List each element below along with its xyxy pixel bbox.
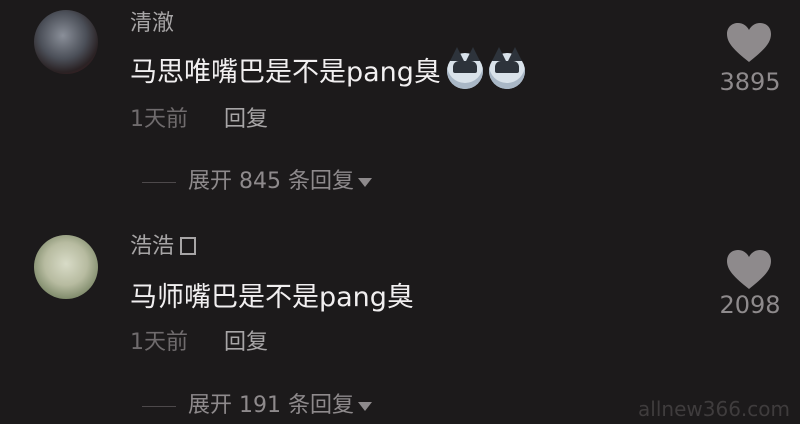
comment-meta: 1天前 回复 (130, 106, 268, 134)
comment-time: 1天前 (130, 330, 188, 355)
comment-meta: 1天前 回复 (130, 329, 268, 357)
comment-text-row: 马思唯嘴巴是不是pang臭 (130, 47, 525, 91)
heart-icon[interactable] (726, 249, 772, 291)
husky-emoji-icon (446, 47, 483, 89)
divider (142, 405, 176, 407)
comment-username[interactable]: 浩浩 (130, 234, 174, 259)
reply-button[interactable]: 回复 (224, 330, 268, 355)
expand-replies-label: 展开 191 条回复 (188, 393, 354, 418)
chevron-down-icon (357, 177, 372, 187)
reply-button[interactable]: 回复 (224, 107, 268, 132)
comment-text: 马思唯嘴巴是不是pang臭 (130, 57, 441, 88)
husky-emoji-icon (488, 47, 525, 89)
comment-text: 马师嘴巴是不是pang臭 (130, 282, 414, 313)
expand-replies-button[interactable]: 展开 845 条回复 (142, 168, 372, 196)
avatar[interactable] (34, 235, 98, 299)
expand-replies-label: 展开 845 条回复 (188, 169, 354, 194)
heart-icon[interactable] (726, 22, 772, 64)
comment-time: 1天前 (130, 107, 188, 132)
like-count: 2098 (719, 291, 781, 319)
expand-replies-button[interactable]: 展开 191 条回复 (142, 392, 372, 420)
comment-username-row: 浩浩 (130, 233, 197, 261)
comment-username[interactable]: 清澈 (130, 10, 174, 38)
chevron-down-icon (357, 401, 372, 411)
watermark: allnew366.com (638, 397, 790, 421)
checkbox-icon (180, 237, 197, 255)
like-count: 3895 (719, 68, 781, 96)
avatar[interactable] (34, 10, 98, 74)
divider (142, 181, 176, 183)
